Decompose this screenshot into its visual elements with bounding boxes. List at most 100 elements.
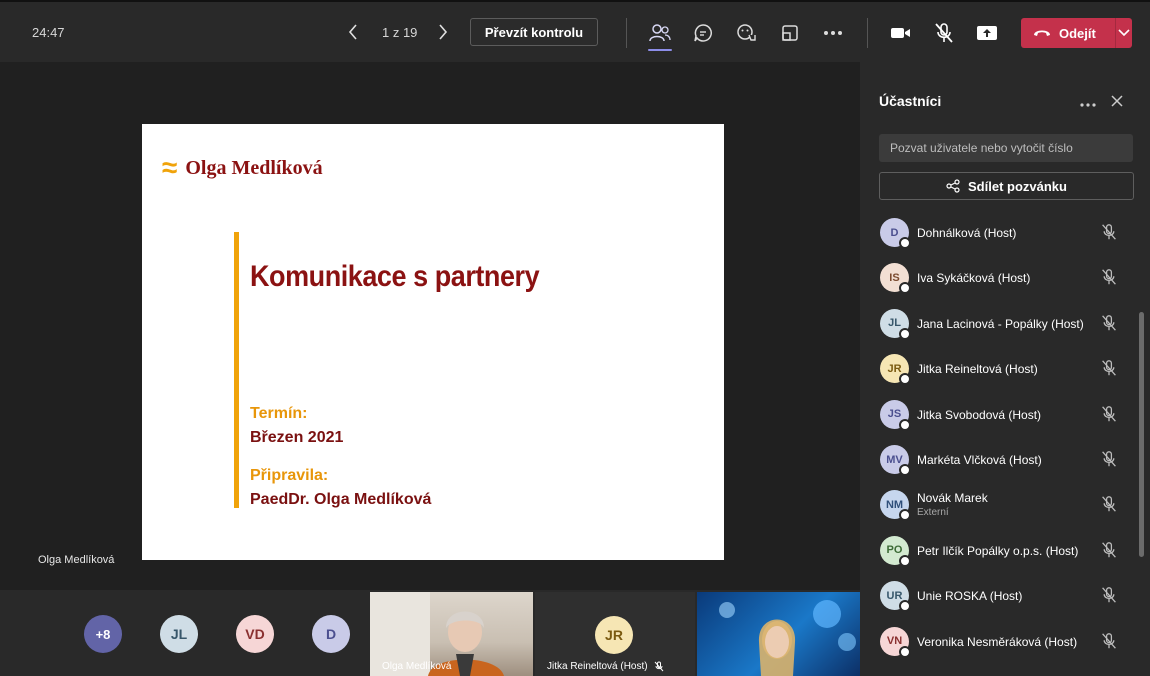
- participant-mic-status: [1101, 405, 1119, 423]
- logo-waves-icon: ≈: [162, 152, 178, 183]
- more-icon: [1080, 103, 1096, 107]
- presence-status-icon: [899, 418, 911, 431]
- share-screen-icon: [977, 26, 997, 40]
- rooms-button[interactable]: [778, 21, 802, 45]
- participants-panel: Účastníci Pozvat uživatele nebo vytočit …: [860, 62, 1150, 676]
- close-panel-button[interactable]: [1110, 94, 1126, 110]
- presenter-name: Olga Medlíková: [38, 554, 115, 566]
- participant-row[interactable]: NM Novák Marek Externí: [860, 486, 1150, 526]
- participant-name: Novák Marek: [917, 491, 988, 506]
- participant-mic-status: [1101, 632, 1119, 650]
- participant-row[interactable]: PO Petr Ilčík Popálky o.p.s. (Host): [860, 532, 1150, 572]
- participant-initials: MV: [886, 453, 903, 466]
- next-slide-button[interactable]: [433, 20, 453, 44]
- mic-off-icon: [1102, 451, 1116, 467]
- mic-off-icon: [1102, 541, 1116, 558]
- participant-initials: D: [890, 226, 899, 239]
- shared-content-stage: ≈ Olga Medlíková Komunikace s partnery T…: [0, 62, 860, 590]
- toolbar-divider: [626, 18, 627, 48]
- participant-name: Veronika Nesměráková (Host): [917, 634, 1078, 649]
- participant-initials: PO: [886, 544, 903, 557]
- participants-scrollbar[interactable]: [1139, 312, 1144, 557]
- participant-subtitle: Externí: [917, 507, 949, 519]
- hang-up-icon: [1034, 30, 1050, 36]
- breakout-rooms-icon: [782, 25, 798, 41]
- mic-off-icon: [1102, 405, 1116, 422]
- share-invite-button[interactable]: Sdílet pozvánku: [879, 172, 1134, 200]
- participant-avatar: IS: [880, 263, 911, 295]
- mic-off-icon: [935, 23, 953, 43]
- chevron-left-icon: [348, 24, 357, 40]
- participant-row[interactable]: VN Veronika Nesměráková (Host): [860, 623, 1150, 663]
- participant-row[interactable]: JS Jitka Svobodová (Host): [860, 396, 1150, 436]
- participant-mic-status: [1101, 586, 1119, 604]
- mic-off-icon: [1102, 314, 1116, 331]
- active-tab-indicator: [648, 49, 672, 51]
- video-tile[interactable]: [697, 592, 860, 676]
- leave-options-button[interactable]: [1116, 18, 1132, 48]
- slide-accent-bar: [234, 232, 239, 508]
- participant-row[interactable]: MV Markéta Vlčková (Host): [860, 441, 1150, 481]
- take-control-button[interactable]: Převzít kontrolu: [470, 18, 598, 46]
- video-tile-label: Olga Medlíková: [382, 661, 452, 672]
- participant-avatar: D: [880, 218, 911, 249]
- participant-avatar[interactable]: JL: [160, 615, 198, 653]
- mic-off-icon: [1102, 360, 1116, 376]
- participant-avatar: JL: [880, 308, 911, 340]
- participant-initials: UR: [886, 589, 903, 602]
- mic-off-icon: [1102, 632, 1116, 649]
- reactions-button[interactable]: [734, 21, 758, 45]
- presence-status-icon: [899, 509, 911, 522]
- panel-more-button[interactable]: [1080, 94, 1096, 112]
- participant-initials: NM: [885, 498, 904, 511]
- mic-off-icon: [654, 661, 663, 672]
- participant-avatar[interactable]: D: [312, 615, 350, 653]
- participants-button[interactable]: [648, 21, 672, 45]
- participant-avatar: MV: [880, 445, 911, 476]
- presence-status-icon: [899, 282, 911, 295]
- participant-mic-status: [1101, 541, 1119, 559]
- presence-status-icon: [899, 327, 911, 340]
- participant-row[interactable]: D Dohnálková (Host): [860, 214, 1150, 254]
- term-label: Termín:: [250, 405, 308, 422]
- camera-button[interactable]: [889, 21, 913, 45]
- participant-name: Jana Lacinová - Popálky (Host): [917, 316, 1084, 331]
- participant-mic-status: [1101, 223, 1119, 241]
- leave-button[interactable]: Odejít: [1021, 18, 1115, 48]
- participant-row[interactable]: JL Jana Lacinová - Popálky (Host): [860, 305, 1150, 345]
- participant-mic-status: [1101, 359, 1119, 377]
- prepared-by-label: Připravila:: [250, 467, 329, 484]
- toolbar-divider: [867, 18, 868, 48]
- panel-title: Účastníci: [879, 93, 942, 109]
- participant-row[interactable]: IS Iva Sykáčková (Host): [860, 259, 1150, 299]
- participant-initials: JS: [887, 408, 902, 421]
- share-content-button[interactable]: [975, 21, 999, 45]
- chat-button[interactable]: [691, 21, 715, 45]
- chat-icon: [694, 24, 712, 42]
- invite-input[interactable]: Pozvat uživatele nebo vytočit číslo: [879, 134, 1133, 162]
- video-tile[interactable]: JR Jitka Reineltová (Host): [535, 592, 695, 676]
- mic-off-icon: [1102, 269, 1116, 286]
- participant-avatar: JR: [880, 354, 911, 386]
- chevron-right-icon: [439, 24, 448, 40]
- participant-avatar[interactable]: VD: [236, 615, 274, 653]
- more-actions-button[interactable]: [821, 21, 845, 45]
- participant-row[interactable]: JR Jitka Reineltová (Host): [860, 350, 1150, 390]
- meeting-timer: 24:47: [32, 25, 65, 40]
- presence-status-icon: [899, 554, 911, 567]
- people-icon: [649, 24, 671, 42]
- participant-name: Markéta Vlčková (Host): [917, 453, 1042, 467]
- participant-avatar: PO: [880, 535, 911, 567]
- participant-avatar: UR: [880, 581, 911, 613]
- previous-slide-button[interactable]: [343, 20, 363, 44]
- participant-row[interactable]: UR Unie ROSKA (Host): [860, 577, 1150, 617]
- participant-mic-status: [1101, 450, 1119, 468]
- microphone-button[interactable]: [932, 21, 956, 45]
- logo-text: Olga Medlíková: [185, 156, 323, 179]
- participant-name: Jitka Reineltová (Host): [917, 362, 1038, 377]
- participant-initials: JR: [887, 362, 902, 375]
- more-participants-button[interactable]: +8: [84, 615, 122, 653]
- meeting-toolbar: 24:47 1 z 19 Převzít kontrolu Odejít: [0, 0, 1150, 62]
- participant-video-image: [719, 600, 856, 676]
- video-tile[interactable]: Olga Medlíková: [370, 592, 533, 676]
